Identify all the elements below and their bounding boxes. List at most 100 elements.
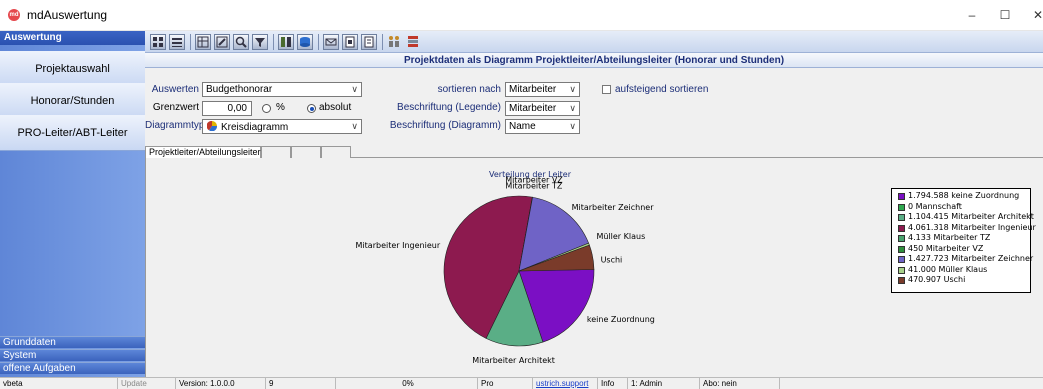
- columns-icon[interactable]: [278, 34, 294, 50]
- legend-label: 4.061.318 Mitarbeiter Ingenieur: [908, 222, 1036, 232]
- sidebar-item-grunddaten[interactable]: Grunddaten: [0, 336, 145, 348]
- legend-item: 1.794.588 keine Zuordnung: [896, 191, 1026, 202]
- chart-legend: 1.794.588 keine Zuordnung 0 Mannschaft 1.1…: [891, 188, 1036, 293]
- legend-label: 470.907 Uschi: [908, 275, 966, 284]
- sidebar-item-projektauswahl[interactable]: Projektauswahl: [0, 51, 145, 87]
- status-field-update[interactable]: Update: [118, 378, 176, 389]
- legend-swatch: [898, 256, 905, 263]
- legend-item: 450 Mitarbeiter VZ: [896, 244, 1026, 255]
- legende-select[interactable]: Mitarbeiter ∨: [505, 101, 580, 116]
- aufsteigend-checkbox[interactable]: [602, 85, 611, 94]
- tab-projektleiter[interactable]: Projektleiter/Abteilungsleiter: [145, 146, 261, 158]
- legend-item: 41.000 Müller Klaus: [896, 265, 1026, 276]
- legend-item: 0 Mannschaft: [896, 202, 1026, 213]
- toolbar: [145, 31, 1043, 53]
- grenzwert-input[interactable]: 0,00: [202, 101, 252, 116]
- sidebar-item-system[interactable]: System: [0, 349, 145, 361]
- diagramm-label: Beschriftung (Diagramm): [389, 120, 501, 131]
- legende-label: Beschriftung (Legende): [397, 102, 501, 113]
- percent-label: %: [276, 102, 285, 113]
- legend-swatch: [898, 245, 905, 253]
- status-field-version: Version: 1.0.0.0: [176, 378, 266, 389]
- mail-icon[interactable]: [323, 34, 339, 50]
- legende-value: Mitarbeiter: [509, 103, 557, 114]
- legend-swatch: [898, 266, 905, 274]
- legend-swatch: [898, 214, 905, 221]
- legend-swatch: [898, 193, 905, 200]
- close-button[interactable]: ✕: [1028, 6, 1043, 24]
- diagramm-value: Name: [509, 121, 536, 132]
- sortieren-label: sortieren nach: [437, 84, 501, 95]
- diagramm-beschriftung-select[interactable]: Name ∨: [505, 119, 580, 134]
- print-preview-icon[interactable]: [342, 34, 358, 50]
- status-field-abo: Abo: nein: [700, 378, 780, 389]
- pie-label: keine Zuordnung: [587, 315, 655, 324]
- title-bar: md mdAuswertung – ☐ ✕: [0, 0, 1043, 31]
- legend-label: 4.133 Mitarbeiter TZ: [908, 233, 991, 242]
- toolbar-separator: [318, 34, 319, 50]
- sortieren-select[interactable]: Mitarbeiter ∨: [505, 82, 580, 97]
- tab-empty[interactable]: [291, 146, 321, 158]
- filter-icon[interactable]: [252, 34, 268, 50]
- aufsteigend-label: aufsteigend sortieren: [615, 84, 709, 95]
- sidebar-header[interactable]: Auswertung: [0, 31, 145, 45]
- list-view-icon[interactable]: [169, 34, 185, 50]
- absolut-radio[interactable]: [307, 104, 316, 113]
- sidebar: Auswertung Projektauswahl Honorar/Stunde…: [0, 31, 145, 377]
- maximize-button[interactable]: ☐: [995, 6, 1015, 24]
- status-field-info[interactable]: Info: [598, 378, 628, 389]
- tab-empty[interactable]: [321, 146, 351, 158]
- legend-label: 0 Mannschaft: [908, 201, 962, 211]
- page-title: Projektdaten als Diagramm Projektleiter/…: [145, 53, 1043, 68]
- status-field-user: 1: Admin: [628, 378, 700, 389]
- auswerten-label: Auswerten: [151, 84, 199, 95]
- status-field-support-link[interactable]: ustrich.support: [533, 378, 598, 389]
- absolut-label: absolut: [319, 102, 352, 113]
- tab-empty[interactable]: [261, 146, 291, 158]
- minimize-button[interactable]: –: [962, 6, 982, 24]
- database-icon[interactable]: [297, 34, 313, 50]
- status-bar: vbeta Update Version: 1.0.0.0 9 0% Pro u…: [0, 377, 1043, 389]
- auswerten-select[interactable]: Budgethonorar ∨: [202, 82, 362, 97]
- chevron-down-icon: ∨: [569, 103, 576, 113]
- diagrammtyp-select[interactable]: Kreisdiagramm ∨: [202, 119, 362, 134]
- chevron-down-icon: ∨: [569, 121, 576, 131]
- grenzwert-label: Grenzwert: [152, 102, 199, 113]
- sidebar-item-pro-abt-leiter[interactable]: PRO-Leiter/ABT-Leiter: [0, 115, 145, 151]
- status-field-version-tag: vbeta: [0, 378, 118, 389]
- diagrammtyp-label: Diagrammtyp: [145, 120, 205, 131]
- legend-swatch: [898, 277, 905, 284]
- legend-item: 470.907 Uschi: [896, 275, 1026, 286]
- status-field-progress: 0%: [336, 378, 478, 389]
- edit-table-icon[interactable]: [214, 34, 230, 50]
- grid-view-icon[interactable]: [150, 34, 166, 50]
- app-window: md mdAuswertung – ☐ ✕ Auswertung Projekt…: [0, 0, 1043, 389]
- percent-radio[interactable]: [262, 104, 271, 113]
- settings-icon[interactable]: [406, 34, 422, 50]
- legend-item: 1.104.415 Mitarbeiter Architekt: [896, 212, 1034, 223]
- tab-bar: Projektleiter/Abteilungsleiter: [145, 146, 1043, 158]
- legend-item: 4.061.318 Mitarbeiter Ingenieur: [896, 223, 1036, 234]
- pie-label: Mitarbeiter Zeichner: [572, 203, 655, 212]
- filter-form: Auswerten Budgethonorar ∨ Grenzwert 0,00 …: [145, 68, 1043, 146]
- chart-panel: Verteilung der Leiter keine Zuordnung Mit…: [145, 158, 1043, 377]
- search-icon[interactable]: [233, 34, 249, 50]
- sidebar-item-offene-aufgaben[interactable]: offene Aufgaben: [0, 362, 145, 374]
- sidebar-item-honorar-stunden[interactable]: Honorar/Stunden: [0, 83, 145, 119]
- legend-item: 1.427.723 Mitarbeiter Zeichner: [896, 254, 1033, 265]
- users-icon[interactable]: [387, 34, 403, 50]
- pie-label: Müller Klaus: [596, 232, 645, 241]
- window-title: mdAuswertung: [27, 8, 108, 22]
- pie-label: Mitarbeiter Ingenieur: [356, 241, 441, 250]
- legend-label: 1.104.415 Mitarbeiter Architekt: [908, 212, 1034, 221]
- chevron-down-icon: ∨: [351, 84, 358, 94]
- chevron-down-icon: ∨: [351, 121, 358, 131]
- table-icon[interactable]: [195, 34, 211, 50]
- diagrammtyp-value: Kreisdiagramm: [221, 122, 289, 133]
- print-icon[interactable]: [361, 34, 377, 50]
- pie-chart: Verteilung der Leiter keine ZuordnungMit…: [356, 170, 655, 365]
- legend-swatch: [898, 224, 905, 232]
- app-icon: md: [8, 9, 20, 21]
- pie-label: Mitarbeiter Architekt: [472, 356, 555, 365]
- toolbar-separator: [190, 34, 191, 50]
